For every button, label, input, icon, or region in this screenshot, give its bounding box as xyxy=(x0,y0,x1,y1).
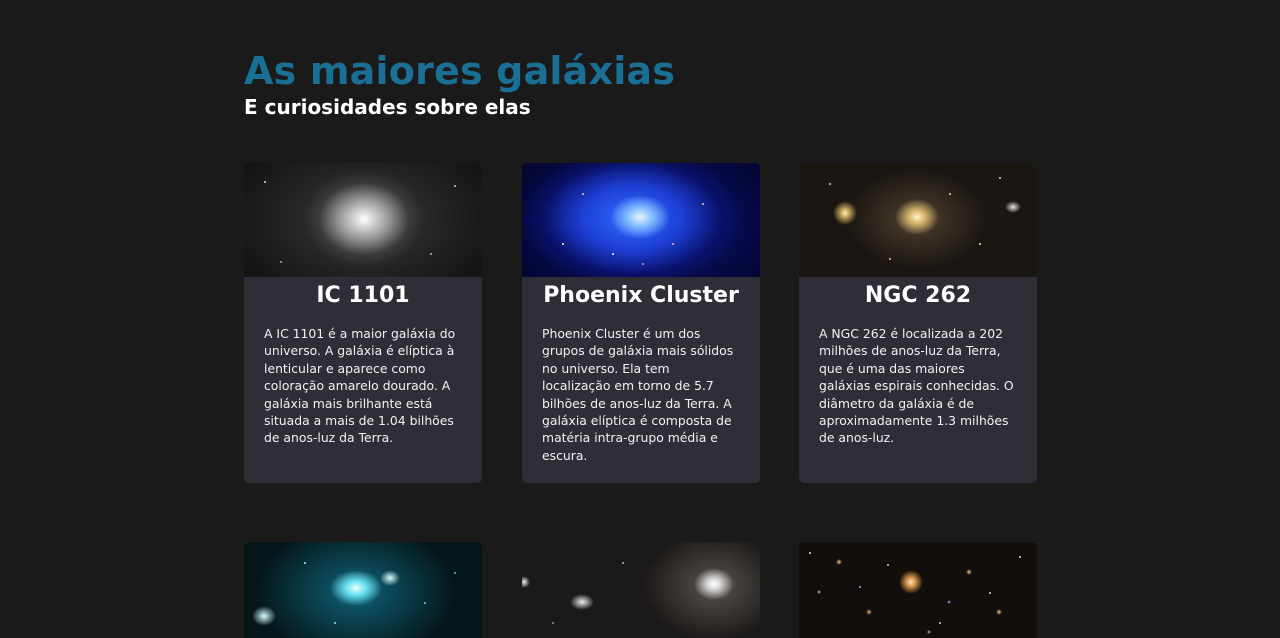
galaxy-card xyxy=(522,542,760,638)
ic-1101-galaxy-image xyxy=(244,163,482,277)
galaxy-field-image xyxy=(799,542,1037,638)
page: As maiores galáxias E curiosidades sobre… xyxy=(0,0,1280,638)
galaxy-card-description: A IC 1101 é a maior galáxia do universo.… xyxy=(264,326,456,446)
galaxy-card xyxy=(799,542,1037,638)
galaxy-card-title: IC 1101 xyxy=(316,283,410,308)
galaxy-card-title: Phoenix Cluster xyxy=(543,283,739,308)
galaxy-card-title: NGC 262 xyxy=(864,283,972,308)
galaxy-card-phoenix-cluster: Phoenix Cluster Phoenix Cluster é um dos… xyxy=(522,163,760,483)
galaxy-card-description: A NGC 262 é localizada a 202 milhões de … xyxy=(819,326,1014,446)
ngc-262-galaxy-image xyxy=(799,163,1037,277)
page-header: As maiores galáxias E curiosidades sobre… xyxy=(244,48,675,120)
galaxy-card-ngc-262: NGC 262 A NGC 262 é localizada a 202 mil… xyxy=(799,163,1037,483)
phoenix-cluster-galaxy-image xyxy=(522,163,760,277)
galaxy-card xyxy=(244,542,482,638)
galaxy-card-description: Phoenix Cluster é um dos grupos de galáx… xyxy=(542,326,734,463)
cyan-galaxy-cluster-image xyxy=(244,542,482,638)
page-subtitle: E curiosidades sobre elas xyxy=(244,95,531,119)
galaxy-card-ic-1101: IC 1101 A IC 1101 é a maior galáxia do u… xyxy=(244,163,482,483)
page-title: As maiores galáxias xyxy=(244,49,676,93)
elliptical-galaxy-pair-image xyxy=(522,542,760,638)
